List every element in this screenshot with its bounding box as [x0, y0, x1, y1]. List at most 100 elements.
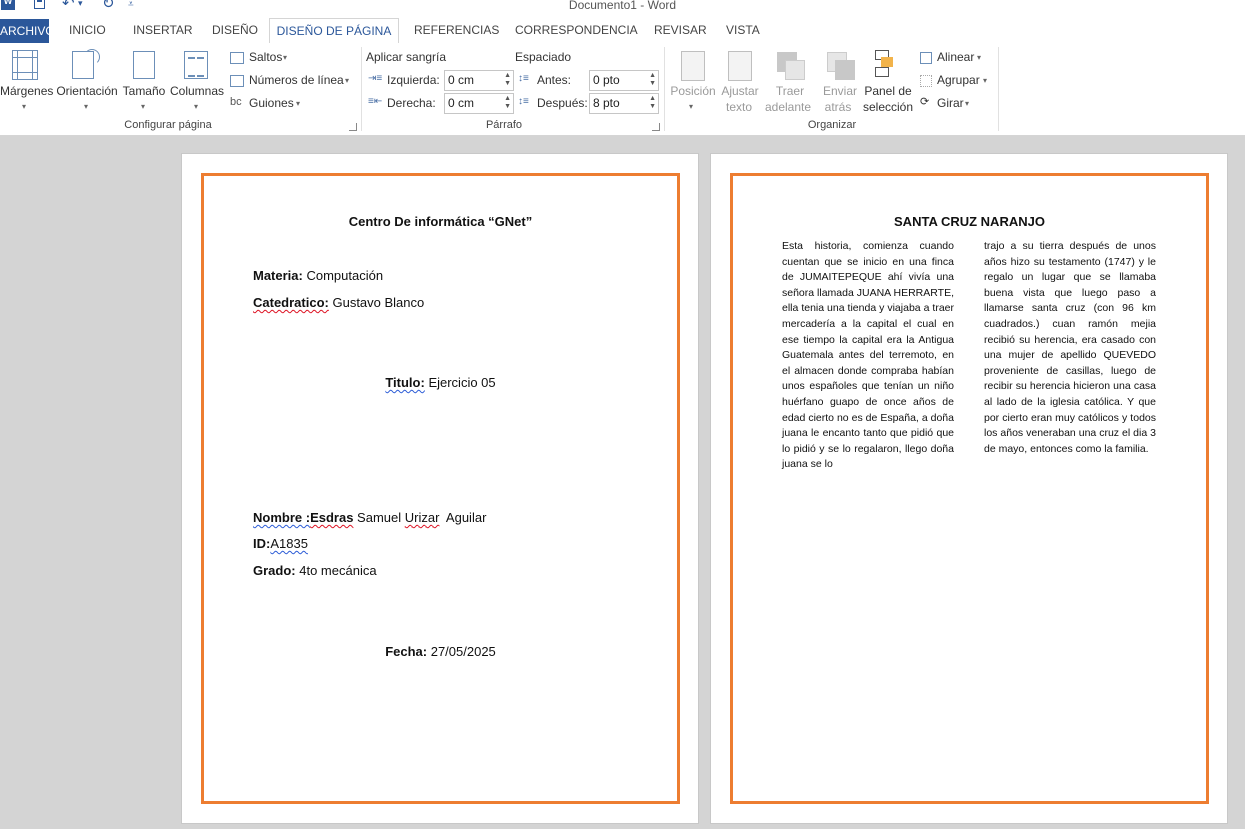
indent-left-icon: ⇥≡ [368, 73, 383, 84]
tab-referencias[interactable]: REFERENCIAS [414, 18, 499, 43]
posicion-label: Posición [670, 84, 716, 98]
page1-heading: Centro De informática “GNet” [348, 214, 533, 229]
espaciado-label: Espaciado [515, 50, 572, 64]
panel-label-1: Panel de [864, 84, 912, 98]
saltos-label: Saltos [249, 50, 283, 64]
alinear-label: Alinear [937, 50, 975, 64]
dialog-launcher-icon[interactable] [349, 123, 357, 131]
title-bar: W ↶ ▾ ↻ ⩡ Documento1 - Word [0, 0, 1245, 16]
chevron-down-icon: ▾ [965, 99, 970, 108]
panel-de-seleccion-button[interactable]: Panel de selección [861, 47, 915, 117]
catedratico-line: Catedratico: Gustavo Blanco [253, 295, 424, 310]
titulo-value: Ejercicio 05 [424, 375, 496, 390]
group-icon [920, 75, 932, 87]
line-numbers-icon [230, 75, 244, 87]
nombre-value-2: Urizar [404, 510, 440, 525]
girar-label: Girar [937, 96, 964, 110]
izquierda-input[interactable]: 0 cm ▲ ▼ [444, 70, 514, 91]
tamano-button[interactable]: Tamaño ▾ [121, 47, 167, 115]
izquierda-value: 0 cm [448, 73, 475, 87]
id-line: ID:A1835 [253, 536, 308, 551]
dialog-launcher-icon[interactable] [652, 123, 660, 131]
fecha-label: Fecha: [385, 644, 428, 659]
chevron-down-icon: ▾ [84, 102, 89, 111]
spacing-before-icon: ↕≡ [518, 73, 529, 84]
catedratico-label: Catedratico: [253, 295, 329, 310]
despues-label: Después: [537, 96, 588, 110]
agrupar-label: Agrupar [937, 73, 980, 87]
chevron-down-icon: ▾ [22, 102, 27, 111]
antes-label: Antes: [537, 73, 572, 87]
parrafo-group-label: Párrafo [485, 119, 523, 131]
columnas-button[interactable]: Columnas ▾ [168, 47, 226, 115]
ajustar-label-1: Ajustar [721, 84, 759, 98]
antes-value: 0 pto [593, 73, 620, 87]
hyphenation-icon: bc [230, 96, 242, 108]
tab-archivo[interactable]: ARCHIVO [0, 19, 55, 43]
margins-icon [12, 50, 38, 80]
guiones-label: Guiones [249, 96, 294, 110]
antes-input[interactable]: 0 pto ▲ ▼ [589, 70, 659, 91]
enviar-label-1: Enviar [822, 84, 857, 98]
spinner-arrows-icon[interactable]: ▲ ▼ [649, 95, 656, 111]
panel-label-2: selección [862, 100, 914, 114]
group-separator [998, 47, 999, 131]
spinner-arrows-icon[interactable]: ▲ ▼ [649, 72, 656, 88]
chevron-down-icon: ▾ [283, 53, 288, 62]
margenes-label: Márgenes [0, 84, 54, 98]
chevron-down-icon: ▾ [983, 76, 988, 85]
traer-label-2: adelante [764, 100, 812, 114]
titulo-label: Titulo: [385, 375, 425, 390]
spinner-arrows-icon[interactable]: ▲ ▼ [504, 72, 511, 88]
align-icon [920, 52, 932, 64]
posicion-button: Posición ▾ [667, 47, 719, 117]
text-column-2: trajo a su tierra después de unos años h… [984, 240, 1156, 455]
group-separator [361, 47, 362, 131]
window-title: Documento1 - Word [568, 0, 677, 12]
materia-value: Computación [302, 268, 384, 283]
chevron-down-icon: ▾ [977, 53, 982, 62]
nombre-line: Nombre :Esdras Samuel Urizar Aguilar [253, 510, 486, 525]
nombre-value: Samuel [353, 510, 405, 525]
indent-right-icon: ≡⇤ [368, 96, 383, 107]
derecha-value: 0 cm [448, 96, 475, 110]
columnas-label: Columnas [169, 84, 225, 98]
tab-inicio[interactable]: INICIO [69, 18, 106, 43]
tab-diseno[interactable]: DISEÑO [212, 18, 258, 43]
spinner-arrows-icon[interactable]: ▲ ▼ [504, 95, 511, 111]
tab-vista[interactable]: VISTA [726, 18, 760, 43]
chevron-down-icon: ▾ [296, 99, 301, 108]
ajustar-label-2: texto [725, 100, 752, 114]
derecha-input[interactable]: 0 cm ▲ ▼ [444, 93, 514, 114]
despues-value: 8 pto [593, 96, 620, 110]
ajustar-texto-button: Ajustar texto [719, 47, 761, 117]
traer-adelante-button: Traer adelante [761, 47, 819, 117]
nombre-value-3: Aguilar [439, 510, 487, 525]
catedratico-value: Gustavo Blanco [328, 295, 425, 310]
orientacion-button[interactable]: Orientación ▾ [54, 47, 120, 115]
enviar-label-2: atrás [824, 100, 852, 114]
despues-input[interactable]: 8 pto ▲ ▼ [589, 93, 659, 114]
text-column-1: Esta historia, comienza cuando cuentan q… [782, 240, 954, 471]
columns-icon [184, 51, 208, 79]
aplicar-sangria-label: Aplicar sangría [366, 50, 447, 64]
tab-correspondencia[interactable]: CORRESPONDENCIA [515, 18, 638, 43]
grado-line: Grado: 4to mecánica [253, 563, 377, 578]
page-size-icon [133, 51, 155, 79]
tab-insertar[interactable]: INSERTAR [133, 18, 193, 43]
nombre-label-2: Esdras [310, 510, 354, 525]
grado-label: Grado: [253, 563, 296, 578]
fecha-value: 27/05/2025 [427, 644, 496, 659]
izquierda-label: Izquierda: [387, 73, 440, 87]
margenes-button[interactable]: Márgenes ▾ [0, 47, 54, 115]
tab-diseno-de-pagina[interactable]: DISEÑO DE PÁGINA [269, 18, 399, 44]
id-label: ID: [253, 536, 271, 551]
configurar-pagina-group-label: Configurar página [124, 119, 212, 131]
spacing-after-icon: ↕≡ [518, 96, 529, 107]
tab-revisar[interactable]: REVISAR [654, 18, 707, 43]
group-separator [664, 47, 665, 131]
page2-heading: SANTA CRUZ NARANJO [894, 214, 1045, 229]
nombre-label: Nombre : [253, 510, 311, 525]
fecha-line: Fecha: 27/05/2025 [201, 644, 680, 659]
chevron-down-icon: ▾ [345, 76, 350, 85]
